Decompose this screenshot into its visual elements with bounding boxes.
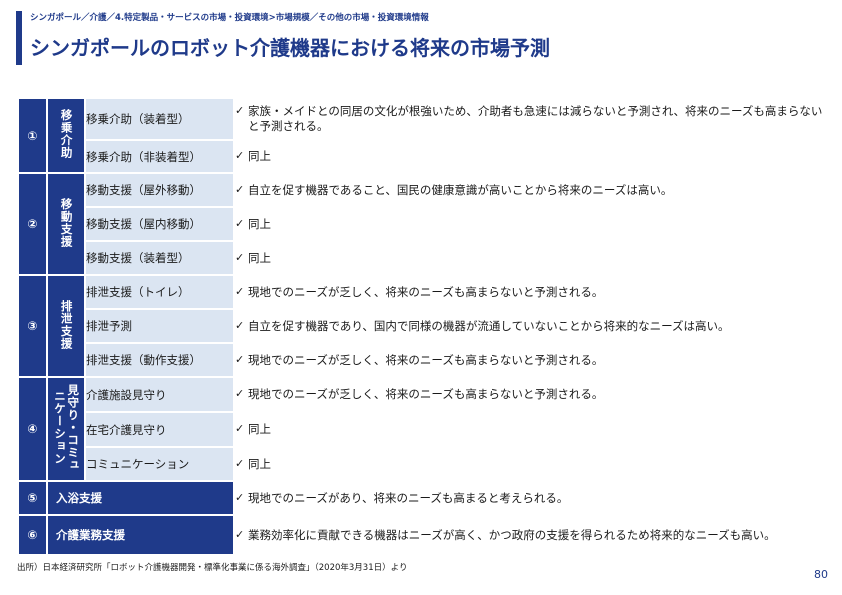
- table-row: 移動支援（屋内移動） ✓ 同上: [18, 206, 825, 242]
- description-cell: ✓ 同上: [233, 240, 825, 276]
- category-bathing-support: 入浴支援: [46, 480, 235, 516]
- category-monitoring-communication: 見守り・コミュニケーション: [46, 376, 86, 482]
- description-text: 業務効率化に貢献できる機器はニーズが高く、かつ政府の支援を得られるため将来的なニ…: [248, 527, 776, 542]
- table-row: ④ 見守り・コミュニケーション 介護施設見守り ✓ 現地でのニーズが乏しく、将来の…: [17, 376, 825, 482]
- description-cell: ✓ 現地でのニーズが乏しく、将来のニーズも高まらないと予測される。: [233, 376, 825, 413]
- item-cell: コミュニケーション: [84, 446, 235, 482]
- checkmark-icon: ✓: [235, 527, 245, 541]
- category-label: 移乗介助: [59, 109, 74, 159]
- item-cell: 在宅介護見守り: [84, 411, 235, 448]
- description-text: 同上: [248, 422, 271, 437]
- table-row: ① 移乗介助 移乗介助（装着型） ✓ 家族・メイドとの同居の文化が根強いため、介助…: [17, 97, 825, 174]
- description-text: 同上: [248, 216, 271, 231]
- table-row: ③ 排泄支援 排泄支援（トイレ） ✓ 現地でのニーズが乏しく、将来のニーズも高まら…: [17, 274, 825, 378]
- title-accent-bar: [16, 11, 22, 65]
- group-number-1: ①: [17, 97, 48, 174]
- checkmark-icon: ✓: [235, 250, 245, 264]
- description-cell: ✓ 同上: [233, 411, 825, 448]
- checkmark-icon: ✓: [235, 387, 245, 401]
- source-note: 出所）日本経済研究所「ロボット介護機器開発・標準化事業に係る海外調査」（2020…: [17, 563, 408, 573]
- checkmark-icon: ✓: [235, 456, 245, 470]
- group-number-2: ②: [17, 172, 48, 276]
- checkmark-icon: ✓: [235, 182, 245, 196]
- description-cell: ✓ 業務効率化に貢献できる機器はニーズが高く、かつ政府の支援を得られるため将来的な…: [233, 514, 825, 556]
- item-cell: 移動支援（屋内移動）: [84, 206, 235, 242]
- checkmark-icon: ✓: [235, 216, 245, 230]
- description-cell: ✓ 自立を促す機器であり、国内で同様の機器が流通していないことから将来的なニーズは…: [233, 308, 825, 344]
- checkmark-icon: ✓: [235, 490, 245, 504]
- description-cell: ✓ 現地でのニーズが乏しく、将来のニーズも高まらないと予測される。: [233, 274, 825, 310]
- description-text: 同上: [248, 250, 271, 265]
- description-text: 現地でのニーズがあり、将来のニーズも高まると考えられる。: [248, 490, 569, 505]
- item-cell: 移乗介助（装着型）: [84, 97, 235, 141]
- item-cell: 排泄支援（動作支援）: [84, 342, 235, 378]
- description-cell: ✓ 自立を促す機器であること、国民の健康意識が高いことから将来のニーズは高い。: [233, 172, 825, 208]
- category-label: 排泄支援: [59, 299, 74, 350]
- item-cell: 移乗介助（非装着型）: [84, 139, 235, 174]
- category-mobility-support: 移動支援: [46, 172, 86, 276]
- page-number: 80: [814, 568, 828, 581]
- description-text: 自立を促す機器であること、国民の健康意識が高いことから将来のニーズは高い。: [248, 182, 673, 197]
- group-number-5: ⑤: [17, 480, 48, 516]
- page-title: シンガポールのロボット介護機器における将来の市場予測: [30, 36, 550, 60]
- table-row: 移乗介助（非装着型） ✓ 同上: [18, 139, 825, 174]
- item-cell: 移動支援（装着型）: [84, 240, 235, 276]
- checkmark-icon: ✓: [235, 149, 245, 163]
- market-forecast-table: ① 移乗介助 移乗介助（装着型） ✓ 家族・メイドとの同居の文化が根強いため、介助…: [17, 97, 825, 556]
- table-row: コミュニケーション ✓ 同上: [18, 446, 825, 482]
- description-text: 現地でのニーズが乏しく、将来のニーズも高まらないと予測される。: [248, 387, 604, 402]
- category-transfer-assist: 移乗介助: [46, 97, 86, 174]
- description-cell: ✓ 同上: [233, 446, 825, 482]
- table-row: ② 移動支援 移動支援（屋外移動） ✓ 自立を促す機器であること、国民の健康意識が…: [17, 172, 825, 276]
- description-text: 現地でのニーズが乏しく、将来のニーズも高まらないと予測される。: [248, 284, 604, 299]
- description-cell: ✓ 同上: [233, 139, 825, 174]
- table-row: 在宅介護見守り ✓ 同上: [18, 411, 825, 448]
- description-cell: ✓ 同上: [233, 206, 825, 242]
- item-cell: 排泄支援（トイレ）: [84, 274, 235, 310]
- item-cell: 介護施設見守り: [84, 376, 235, 413]
- group-number-6: ⑥: [17, 514, 48, 556]
- checkmark-icon: ✓: [235, 352, 245, 366]
- table-row: ⑥ 介護業務支援 ✓ 業務効率化に貢献できる機器はニーズが高く、かつ政府の支援を得…: [17, 514, 825, 556]
- group-number-4: ④: [17, 376, 48, 482]
- group-number-3: ③: [17, 274, 48, 378]
- description-text: 自立を促す機器であり、国内で同様の機器が流通していないことから将来的なニーズは高…: [248, 318, 730, 333]
- category-label: 見守り・コミュニケーション: [53, 383, 81, 472]
- description-cell: ✓ 現地でのニーズが乏しく、将来のニーズも高まらないと予測される。: [233, 342, 825, 378]
- table-row: 排泄支援（動作支援） ✓ 現地でのニーズが乏しく、将来のニーズも高まらないと予測さ…: [18, 342, 825, 378]
- category-excretion-support: 排泄支援: [46, 274, 86, 378]
- table-row: 移動支援（装着型） ✓ 同上: [18, 240, 825, 276]
- checkmark-icon: ✓: [235, 422, 245, 436]
- table-row: 排泄予測 ✓ 自立を促す機器であり、国内で同様の機器が流通していないことから将来的…: [18, 308, 825, 344]
- description-text: 現地でのニーズが乏しく、将来のニーズも高まらないと予測される。: [248, 352, 604, 367]
- description-text: 同上: [248, 149, 271, 164]
- description-text: 同上: [248, 456, 271, 471]
- breadcrumb: シンガポール／介護／4.特定製品・サービスの市場・投資環境>市場規模／その他の市…: [30, 13, 429, 23]
- item-cell: 排泄予測: [84, 308, 235, 344]
- table-row: ⑤ 入浴支援 ✓ 現地でのニーズがあり、将来のニーズも高まると考えられる。: [17, 480, 825, 516]
- description-cell: ✓ 現地でのニーズがあり、将来のニーズも高まると考えられる。: [233, 480, 825, 516]
- item-cell: 移動支援（屋外移動）: [84, 172, 235, 208]
- description-cell: ✓ 家族・メイドとの同居の文化が根強いため、介助者も急速には減らないと予測され、将…: [233, 97, 825, 141]
- checkmark-icon: ✓: [235, 104, 245, 118]
- checkmark-icon: ✓: [235, 318, 245, 332]
- description-text: 家族・メイドとの同居の文化が根強いため、介助者も急速には減らないと予測され、将来…: [248, 104, 823, 133]
- category-label: 移動支援: [59, 197, 74, 248]
- category-care-work-support: 介護業務支援: [46, 514, 235, 556]
- checkmark-icon: ✓: [235, 284, 245, 298]
